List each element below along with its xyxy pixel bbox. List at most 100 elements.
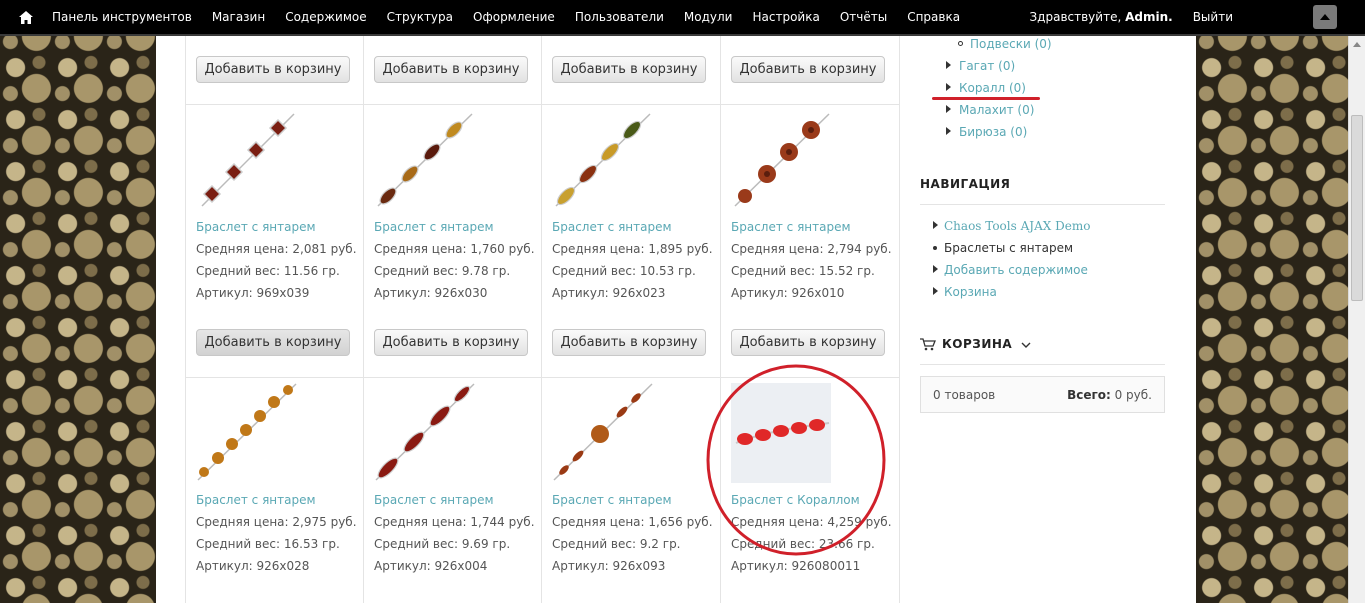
nav-item[interactable]: Добавить содержимое: [933, 263, 1088, 277]
toolbar-item-dashboard[interactable]: Панель инструментов: [42, 0, 202, 35]
price-label: Средняя цена:: [196, 242, 289, 256]
product-weight: Средний вес: 9.78 гр.: [374, 264, 510, 278]
toolbar-item-reports[interactable]: Отчёты: [830, 0, 897, 35]
product-image[interactable]: [374, 382, 476, 482]
nav-item[interactable]: Корзина: [933, 285, 997, 299]
logout-link[interactable]: Выйти: [1183, 10, 1243, 24]
product-image[interactable]: [552, 382, 654, 482]
toolbar-item-help[interactable]: Справка: [897, 0, 970, 35]
add-to-cart-button[interactable]: Добавить в корзину: [374, 329, 528, 356]
article-label: Артикул:: [374, 559, 431, 573]
category-link[interactable]: Бирюза (0): [959, 125, 1027, 139]
price-value: 1,760 руб.: [470, 242, 535, 256]
cart-heading[interactable]: КОРЗИНА: [920, 337, 1031, 351]
toolbar-item-config[interactable]: Настройка: [742, 0, 829, 35]
product-image[interactable]: [196, 110, 298, 210]
product-title-link[interactable]: Браслет с янтарем: [374, 493, 494, 507]
product-weight: Средний вес: 10.53 гр.: [552, 264, 696, 278]
grid-line: [185, 104, 900, 105]
vertical-scrollbar[interactable]: [1348, 36, 1365, 603]
price-label: Средняя цена:: [196, 515, 289, 529]
scrollbar-thumb[interactable]: [1351, 115, 1363, 301]
annotation-underline: [932, 97, 1040, 100]
weight-label: Средний вес:: [374, 264, 459, 278]
article-label: Артикул:: [374, 286, 431, 300]
weight-value: 9.78 гр.: [461, 264, 511, 278]
divider: [920, 204, 1165, 205]
toolbar-item-appearance[interactable]: Оформление: [463, 0, 565, 35]
product-article: Артикул: 926x028: [196, 559, 309, 573]
grid-line: [899, 36, 900, 603]
toolbar-item-store[interactable]: Магазин: [202, 0, 275, 35]
product-title-link[interactable]: Браслет с янтарем: [196, 220, 316, 234]
article-label: Артикул:: [731, 286, 788, 300]
price-value: 1,744 руб.: [470, 515, 535, 529]
bullet-icon: [933, 246, 937, 250]
category-item[interactable]: Малахит (0): [946, 103, 1034, 117]
nav-link[interactable]: Корзина: [944, 285, 997, 299]
category-item[interactable]: Гагат (0): [946, 59, 1015, 73]
article-value: 969x039: [256, 286, 310, 300]
nav-item[interactable]: Chaos Tools AJAX Demo: [933, 219, 1090, 233]
category-link[interactable]: Коралл (0): [959, 81, 1026, 95]
product-image[interactable]: [552, 110, 654, 210]
product-title-link[interactable]: Браслет с янтарем: [552, 493, 672, 507]
product-price: Средняя цена: 1,744 руб.: [374, 515, 535, 529]
nav-item[interactable]: Браслеты с янтарем: [933, 241, 1073, 255]
home-icon[interactable]: [14, 5, 38, 29]
add-to-cart-button[interactable]: Добавить в корзину: [196, 56, 350, 83]
add-to-cart-button[interactable]: Добавить в корзину: [552, 56, 706, 83]
product-title-link[interactable]: Браслет с янтарем: [374, 220, 494, 234]
product-article: Артикул: 926x030: [374, 286, 487, 300]
triangle-right-icon: [946, 105, 951, 113]
add-to-cart-button[interactable]: Добавить в корзину: [731, 56, 885, 83]
category-link[interactable]: Гагат (0): [959, 59, 1015, 73]
toolbar-item-people[interactable]: Пользователи: [565, 0, 674, 35]
cart-title: КОРЗИНА: [942, 337, 1013, 351]
product-title-link[interactable]: Браслет с янтарем: [731, 220, 851, 234]
cart-summary: 0 товаров Всего: 0 руб.: [920, 376, 1165, 413]
article-value: 926x010: [791, 286, 845, 300]
product-price: Средняя цена: 1,895 руб.: [552, 242, 713, 256]
nav-link[interactable]: Chaos Tools AJAX Demo: [944, 219, 1090, 233]
category-link[interactable]: Подвески (0): [970, 37, 1052, 51]
toolbar-item-structure[interactable]: Структура: [377, 0, 463, 35]
add-to-cart-button[interactable]: Добавить в корзину: [552, 329, 706, 356]
product-price: Средняя цена: 1,656 руб.: [552, 515, 713, 529]
price-value: 1,656 руб.: [648, 515, 713, 529]
weight-label: Средний вес:: [552, 264, 637, 278]
price-label: Средняя цена:: [374, 515, 467, 529]
category-item[interactable]: Коралл (0): [946, 81, 1026, 95]
admin-toolbar: Панель инструментов Магазин Содержимое С…: [0, 0, 1365, 36]
toolbar-item-modules[interactable]: Модули: [674, 0, 743, 35]
grid-line: [541, 36, 542, 603]
nav-link[interactable]: Добавить содержимое: [944, 263, 1088, 277]
add-to-cart-button[interactable]: Добавить в корзину: [731, 329, 885, 356]
product-title-link[interactable]: Браслет с янтарем: [196, 493, 316, 507]
cart-total: Всего: 0 руб.: [1067, 388, 1152, 402]
add-to-cart-button[interactable]: Добавить в корзину: [196, 329, 350, 356]
toolbar-item-content[interactable]: Содержимое: [275, 0, 376, 35]
toolbar-menu: Панель инструментов Магазин Содержимое С…: [42, 0, 970, 35]
triangle-right-icon: [946, 83, 951, 91]
product-image[interactable]: [374, 110, 476, 210]
toolbar-toggle-button[interactable]: [1313, 5, 1337, 29]
category-item[interactable]: Подвески (0): [958, 37, 1052, 51]
price-value: 2,794 руб.: [827, 242, 892, 256]
triangle-right-icon: [933, 287, 938, 295]
category-link[interactable]: Малахит (0): [959, 103, 1034, 117]
category-item[interactable]: Бирюза (0): [946, 125, 1027, 139]
grid-line: [185, 36, 186, 603]
divider: [920, 364, 1165, 365]
add-to-cart-button[interactable]: Добавить в корзину: [374, 56, 528, 83]
nav-link-active[interactable]: Браслеты с янтарем: [944, 241, 1073, 255]
product-image[interactable]: [731, 110, 833, 210]
cart-total-value: 0 руб.: [1114, 387, 1152, 402]
chevron-down-icon[interactable]: [1021, 342, 1031, 348]
weight-value: 11.56 гр.: [283, 264, 340, 278]
weight-label: Средний вес:: [552, 537, 637, 551]
scroll-up-icon[interactable]: [1353, 42, 1361, 47]
product-title-link[interactable]: Браслет с янтарем: [552, 220, 672, 234]
article-value: 926x030: [434, 286, 488, 300]
product-image[interactable]: [196, 382, 298, 482]
